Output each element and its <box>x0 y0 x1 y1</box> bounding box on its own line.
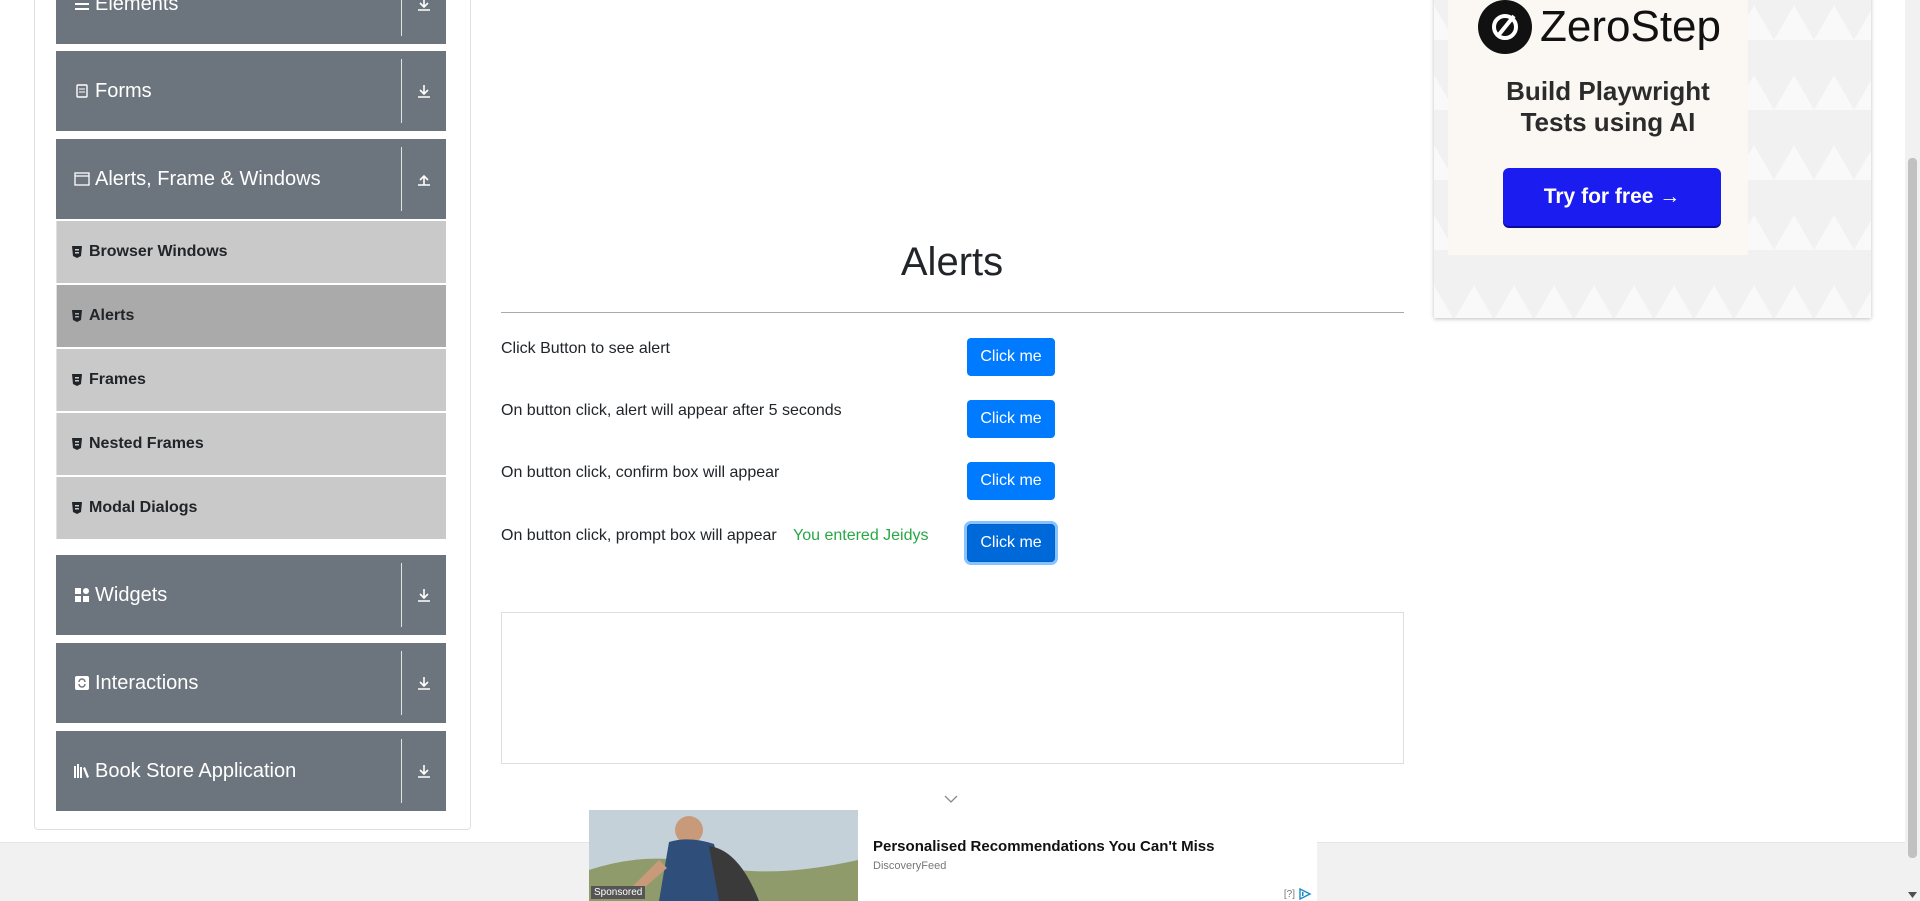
menu-item-alerts[interactable]: Alerts <box>56 285 446 347</box>
menu-item-browser-windows[interactable]: Browser Windows <box>56 221 446 283</box>
scrollbar[interactable] <box>1905 0 1920 901</box>
grid-icon <box>73 586 91 604</box>
ad-title[interactable]: Personalised Recommendations You Can't M… <box>873 838 1214 855</box>
group-title: Widgets <box>95 583 168 606</box>
window-icon <box>73 170 91 188</box>
scroll-down-arrow-icon[interactable] <box>1908 891 1917 899</box>
ad-bottom-banner[interactable]: Sponsored Personalised Recommendations Y… <box>589 810 1317 901</box>
divider <box>401 651 402 715</box>
menu-item-label: Frames <box>89 371 146 388</box>
list-icon <box>73 0 91 13</box>
html-icon <box>71 309 83 323</box>
ad-source: DiscoveryFeed <box>873 860 947 872</box>
chevron-down-icon[interactable] <box>412 0 436 16</box>
group-title: Forms <box>95 79 152 102</box>
html-icon <box>71 245 83 259</box>
divider <box>401 147 402 211</box>
group-header-widgets[interactable]: Widgets <box>56 555 446 635</box>
menu-item-label: Browser Windows <box>89 243 228 260</box>
confirm-row-label: On button click, confirm box will appear <box>501 464 780 481</box>
menu-item-frames[interactable]: Frames <box>56 349 446 411</box>
ad-photo: Sponsored <box>589 810 858 901</box>
ad-tagline: Build Playwright Tests using AI <box>1506 76 1710 137</box>
divider <box>501 312 1404 313</box>
group-header-interactions[interactable]: Interactions <box>56 643 446 723</box>
chevron-up-icon[interactable] <box>412 167 436 191</box>
ad-logo: ZeroStep <box>1478 0 1721 54</box>
ad-cta-button[interactable]: Try for free → <box>1503 168 1721 226</box>
chevron-down-icon[interactable] <box>943 791 959 807</box>
chevron-down-icon[interactable] <box>412 583 436 607</box>
refresh-icon <box>73 674 91 692</box>
adchoices-icon[interactable] <box>1298 888 1314 900</box>
sponsored-badge: Sponsored <box>591 886 646 899</box>
menu-item-label: Modal Dialogs <box>89 499 198 516</box>
zerostep-logo-icon <box>1478 0 1532 54</box>
document-icon <box>73 82 91 100</box>
scrollbar-thumb[interactable] <box>1908 158 1917 858</box>
ad-placeholder-box <box>501 612 1404 764</box>
group-header-elements[interactable]: Elements <box>56 0 446 44</box>
alert-row-label: Click Button to see alert <box>501 340 670 357</box>
group-header-alerts-frame-windows[interactable]: Alerts, Frame & Windows <box>56 139 446 219</box>
alert-button[interactable]: Click me <box>967 338 1055 376</box>
menu-item-label: Nested Frames <box>89 435 204 452</box>
group-title: Elements <box>95 0 179 15</box>
ad-card: ZeroStep Build Playwright Tests using AI… <box>1448 0 1748 255</box>
ad-help-link[interactable]: [?] <box>1284 889 1295 900</box>
page-title: Alerts <box>900 240 1004 284</box>
timer-alert-row-label: On button click, alert will appear after… <box>501 402 842 419</box>
prompt-row-label: On button click, prompt box will appear <box>501 527 777 544</box>
books-icon <box>73 762 91 780</box>
chevron-down-icon[interactable] <box>412 671 436 695</box>
menu-item-modal-dialogs[interactable]: Modal Dialogs <box>56 477 446 539</box>
page: Elements Forms Alerts, Frame & Windows B… <box>0 0 1920 901</box>
group-title: Book Store Application <box>95 759 297 782</box>
divider <box>401 739 402 803</box>
timer-alert-button[interactable]: Click me <box>967 400 1055 438</box>
divider <box>401 59 402 123</box>
html-icon <box>71 501 83 515</box>
group-header-forms[interactable]: Forms <box>56 51 446 131</box>
html-icon <box>71 373 83 387</box>
submenu-alerts-frame-windows: Browser Windows Alerts Frames Nested Fra… <box>56 221 446 541</box>
group-title: Alerts, Frame & Windows <box>95 167 321 190</box>
ad-banner-zerostep[interactable]: ZeroStep Build Playwright Tests using AI… <box>1434 0 1871 318</box>
chevron-down-icon[interactable] <box>412 79 436 103</box>
menu-item-nested-frames[interactable]: Nested Frames <box>56 413 446 475</box>
group-header-book-store[interactable]: Book Store Application <box>56 731 446 811</box>
confirm-button[interactable]: Click me <box>967 462 1055 500</box>
html-icon <box>71 437 83 451</box>
menu-item-label: Alerts <box>89 307 135 324</box>
divider <box>401 0 402 36</box>
group-title: Interactions <box>95 671 199 694</box>
prompt-result: You entered Jeidys <box>793 527 929 544</box>
prompt-button[interactable]: Click me <box>967 524 1055 562</box>
divider <box>401 563 402 627</box>
chevron-down-icon[interactable] <box>412 759 436 783</box>
ad-brand: ZeroStep <box>1540 2 1721 51</box>
